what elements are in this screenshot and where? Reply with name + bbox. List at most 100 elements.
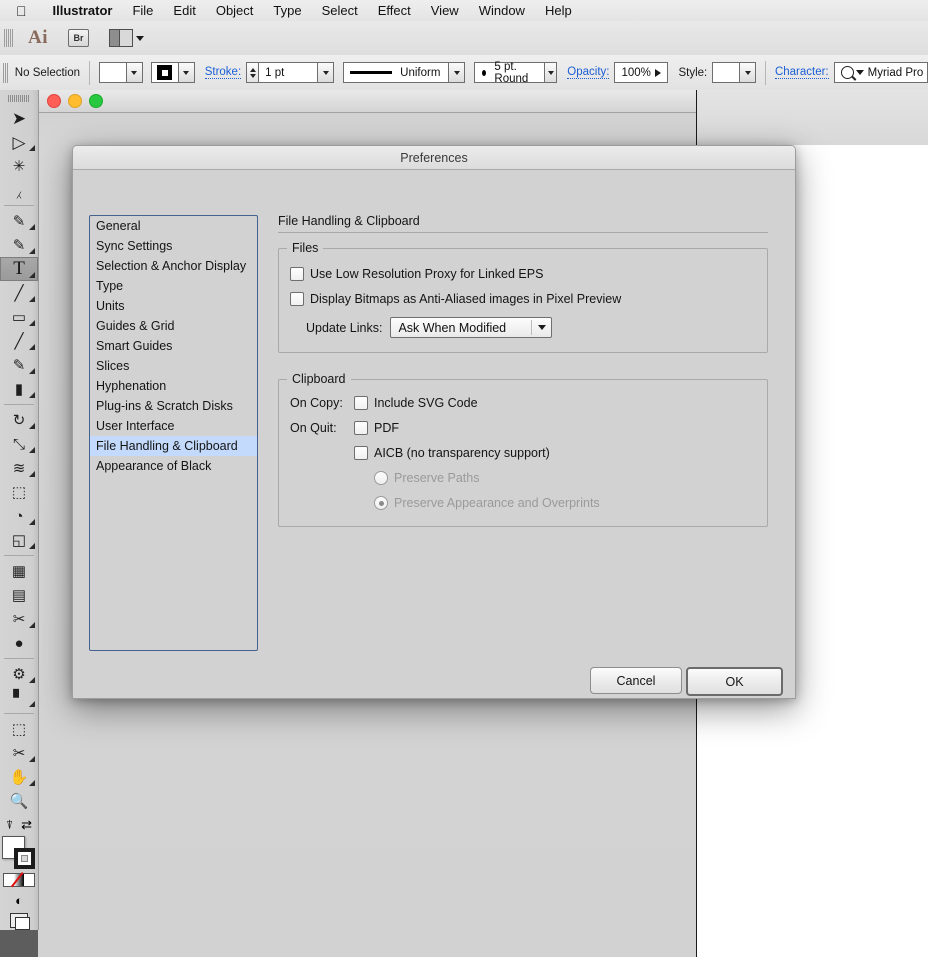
fill-color-control[interactable] (98, 62, 143, 83)
slice-tool[interactable]: ✂ (0, 741, 38, 765)
fill-dropdown-icon[interactable] (126, 62, 143, 83)
stroke-dropdown-icon[interactable] (178, 62, 195, 83)
arrange-documents-icon[interactable] (109, 29, 144, 47)
selection-tool[interactable]: ➤ (0, 106, 38, 130)
stroke-weight-control[interactable]: 1 pt (246, 62, 335, 83)
width-tool[interactable]: ≋ (0, 456, 38, 480)
apple-logo-icon[interactable]:  (16, 4, 27, 18)
zoom-tool[interactable]: 🔍 (0, 789, 38, 813)
cancel-button[interactable]: Cancel (590, 667, 682, 694)
close-button[interactable] (47, 94, 61, 108)
category-plugins-scratch-disks[interactable]: Plug-ins & Scratch Disks (90, 396, 257, 416)
hand-tool[interactable]: ✋ (0, 765, 38, 789)
font-family-field[interactable]: Myriad Pro (833, 62, 928, 83)
stroke-color-control[interactable] (150, 62, 195, 83)
menu-item-type[interactable]: Type (263, 3, 311, 18)
none-button[interactable] (24, 874, 34, 886)
pdf-checkbox[interactable] (354, 421, 368, 435)
category-file-handling-clipboard[interactable]: File Handling & Clipboard (90, 436, 257, 456)
category-units[interactable]: Units (90, 296, 257, 316)
brush-definition-control[interactable]: 5 pt. Round (474, 61, 558, 85)
screen-mode-icon[interactable] (10, 913, 30, 930)
magic-wand-tool[interactable]: ✳ (0, 154, 38, 178)
update-links-select[interactable]: Ask When Modified (390, 317, 553, 338)
rotate-tool[interactable]: ↻ (0, 408, 38, 432)
drawing-modes-icon[interactable]: ◐ (15, 893, 23, 908)
chevron-down-icon[interactable] (532, 325, 551, 330)
aicb-checkbox[interactable] (354, 446, 368, 460)
category-guides-grid[interactable]: Guides & Grid (90, 316, 257, 336)
control-bar-grip[interactable] (3, 62, 8, 83)
stroke-color-swatch[interactable] (14, 848, 35, 869)
menu-item-illustrator[interactable]: Illustrator (43, 3, 123, 18)
color-mode-buttons[interactable] (3, 873, 35, 887)
stroke-weight-field[interactable]: 1 pt (246, 62, 319, 83)
category-slices[interactable]: Slices (90, 356, 257, 376)
low-res-proxy-row[interactable]: Use Low Resolution Proxy for Linked EPS (290, 267, 543, 281)
brush-definition-field[interactable]: 5 pt. Round (474, 61, 545, 85)
menu-item-file[interactable]: File (122, 3, 163, 18)
stroke-profile-field[interactable]: Uniform (343, 62, 450, 83)
rectangle-tool[interactable]: ▭ (0, 305, 38, 329)
category-user-interface[interactable]: User Interface (90, 416, 257, 436)
stroke-swatch[interactable] (150, 62, 179, 83)
stroke-profile-dropdown-icon[interactable] (449, 62, 466, 83)
add-anchor-point-tool[interactable]: ✎ (0, 233, 38, 257)
swap-fill-stroke-icon[interactable]: ⇄ (21, 817, 32, 833)
menu-item-help[interactable]: Help (535, 3, 582, 18)
category-sync-settings[interactable]: Sync Settings (90, 236, 257, 256)
gradient-tool[interactable]: ▤ (0, 583, 38, 607)
graphic-style-control[interactable] (712, 62, 757, 83)
menu-item-edit[interactable]: Edit (163, 3, 205, 18)
graphic-style-swatch[interactable] (712, 62, 741, 83)
toolbar-drag-grip[interactable] (4, 29, 14, 47)
eraser-tool[interactable]: ▮ (0, 377, 38, 401)
brush-definition-dropdown-icon[interactable] (544, 62, 558, 83)
fill-and-stroke-control[interactable] (2, 836, 36, 870)
aicb-row[interactable]: AICB (no transparency support) (354, 446, 550, 460)
line-segment-tool[interactable]: ╱ (0, 281, 38, 305)
on-copy-row[interactable]: On Copy: Include SVG Code (290, 396, 478, 410)
stroke-profile-control[interactable]: Uniform (343, 62, 466, 83)
direct-selection-tool[interactable]: ▷ (0, 130, 38, 154)
document-title-bar[interactable] (38, 90, 696, 113)
update-links-row[interactable]: Update Links: Ask When Modified (306, 317, 553, 338)
paintbrush-tool[interactable]: ╱ (0, 329, 38, 353)
stroke-label[interactable]: Stroke: (204, 66, 242, 79)
bridge-icon[interactable]: Br (68, 29, 89, 47)
pencil-tool[interactable]: ✎ (0, 353, 38, 377)
scale-tool[interactable]: ⤡ (0, 432, 38, 456)
type-tool[interactable]: T (0, 257, 38, 281)
preferences-title-bar[interactable]: Preferences (73, 146, 795, 170)
character-label[interactable]: Character: (774, 66, 829, 79)
default-fill-stroke-icon[interactable]: ⍒ (6, 818, 13, 833)
perspective-grid-tool[interactable]: ◱ (0, 528, 38, 552)
category-type[interactable]: Type (90, 276, 257, 296)
lasso-tool[interactable]: ⁁ (0, 178, 38, 202)
graphic-style-dropdown-icon[interactable] (740, 62, 757, 83)
category-hyphenation[interactable]: Hyphenation (90, 376, 257, 396)
column-graph-tool[interactable]: ▘ (0, 686, 38, 710)
artboard-tool[interactable]: ⬚ (0, 717, 38, 741)
symbol-sprayer-tool[interactable]: ⚙ (0, 662, 38, 686)
zoom-button[interactable] (89, 94, 103, 108)
include-svg-checkbox[interactable] (354, 396, 368, 410)
free-transform-tool[interactable]: ⬚ (0, 480, 38, 504)
tools-panel-grip[interactable] (8, 95, 30, 102)
ok-button[interactable]: OK (686, 667, 783, 696)
anti-aliased-bitmaps-row[interactable]: Display Bitmaps as Anti-Aliased images i… (290, 292, 621, 306)
eyedropper-tool[interactable]: ✂ (0, 607, 38, 631)
pen-tool[interactable]: ✎ (0, 209, 38, 233)
stroke-weight-stepper[interactable] (247, 63, 260, 82)
menu-item-select[interactable]: Select (312, 3, 368, 18)
low-res-proxy-checkbox[interactable] (290, 267, 304, 281)
preferences-category-list[interactable]: General Sync Settings Selection & Anchor… (89, 215, 258, 651)
blend-tool[interactable]: ● (0, 631, 38, 655)
category-smart-guides[interactable]: Smart Guides (90, 336, 257, 356)
stroke-weight-dropdown-icon[interactable] (318, 62, 335, 83)
category-selection-anchor-display[interactable]: Selection & Anchor Display (90, 256, 257, 276)
opacity-label[interactable]: Opacity: (567, 66, 610, 79)
on-quit-row[interactable]: On Quit: PDF (290, 421, 399, 435)
menu-item-effect[interactable]: Effect (368, 3, 421, 18)
menu-item-view[interactable]: View (421, 3, 469, 18)
